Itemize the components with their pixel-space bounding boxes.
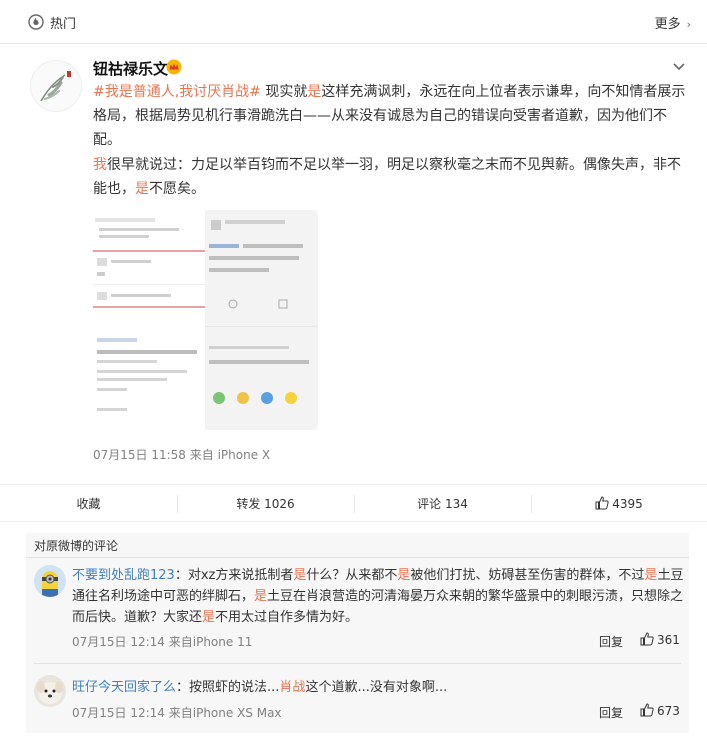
minion-avatar-image — [34, 565, 66, 597]
highlight-keyword: 是 — [135, 181, 149, 197]
avatar[interactable] — [30, 60, 82, 112]
hashtag-link[interactable]: #我是普通人,我讨厌肖战# — [93, 84, 261, 100]
reply-button[interactable]: 回复 — [599, 704, 623, 721]
comment-meta: 07月15日 12:14 来自iPhone XS Max — [72, 706, 282, 720]
like-button[interactable]: 4395 — [531, 485, 707, 523]
divider — [26, 557, 689, 558]
comment-like-count: 361 — [657, 633, 680, 647]
hot-icon — [28, 14, 44, 30]
more-label: 更多 — [654, 17, 681, 32]
comments-title: 对原微博的评论 — [34, 539, 119, 553]
comment-like-button[interactable]: 673 — [640, 703, 680, 718]
top-bar: 热门 更多 › — [0, 0, 707, 44]
thumbs-up-icon — [595, 496, 609, 510]
comment-text: 不要到处乱跑123：对xz方来说抵制者是什么？从来都不是被他们打扰、妨碍甚至伤害… — [72, 568, 684, 625]
comment-text: 旺仔今天回家了么：按照虾的说法...肖战这个道歉...没有对象啊... — [72, 680, 448, 695]
comment-label: 评论 134 — [417, 497, 468, 511]
dog-avatar-image — [34, 675, 66, 707]
comment-meta: 07月15日 12:14 来自iPhone 11 — [72, 635, 253, 649]
vip-crown-icon — [166, 59, 182, 75]
chevron-right-icon: › — [686, 18, 691, 31]
comment-username[interactable]: 旺仔今天回家了么 — [72, 680, 176, 695]
comment-avatar[interactable] — [34, 675, 66, 707]
divider — [34, 663, 681, 664]
comment-username[interactable]: 不要到处乱跑123 — [72, 568, 175, 583]
favorite-button[interactable]: 收藏 — [0, 485, 177, 523]
chevron-down-icon[interactable] — [671, 58, 687, 74]
comment-button[interactable]: 评论 134 — [354, 485, 531, 523]
highlight-keyword: 我 — [93, 157, 107, 173]
post-paragraph-2: 我很早就说过：力足以举百钧而不足以举一羽，明足以察秋毫之末而不见舆薪。偶像失声，… — [93, 157, 681, 197]
comment-like-count: 673 — [657, 704, 680, 718]
post-meta: 07月15日 11:58 来自 iPhone X — [93, 448, 271, 462]
post-content: #我是普通人,我讨厌肖战# 现实就是这样充满讽刺，永远在向上位者表示谦卑，向不知… — [93, 80, 693, 202]
comment-like-button[interactable]: 361 — [640, 632, 680, 647]
post-paragraph-1: #我是普通人,我讨厌肖战# 现实就是这样充满讽刺，永远在向上位者表示谦卑，向不知… — [93, 84, 686, 148]
repost-label: 转发 1026 — [236, 497, 295, 511]
post-image-content — [93, 210, 318, 430]
comment-avatar[interactable] — [34, 565, 66, 597]
action-bar: 收藏 转发 1026 评论 134 4395 — [0, 484, 707, 522]
repost-button[interactable]: 转发 1026 — [177, 485, 354, 523]
reply-button[interactable]: 回复 — [599, 633, 623, 650]
highlight-keyword: 是 — [307, 84, 322, 100]
post-image[interactable] — [93, 210, 318, 430]
username[interactable]: 钮祜禄乐文 — [93, 58, 168, 79]
avatar-image — [31, 61, 81, 111]
original-comments-section: 对原微博的评论 不要到处乱跑123：对xz方来说抵制者是什么？从来都不是被他们打… — [26, 533, 689, 733]
weibo-post-card: 热门 更多 › 钮祜禄乐文 #我是普通人,我讨厌肖战# 现实就是这样充满讽刺，永远… — [0, 0, 707, 743]
favorite-label: 收藏 — [76, 497, 101, 511]
more-button[interactable]: 更多 › — [655, 13, 691, 32]
thumbs-up-icon — [640, 703, 654, 717]
like-count: 4395 — [612, 497, 643, 511]
thumbs-up-icon — [640, 632, 654, 646]
hot-label: 热门 — [50, 17, 77, 32]
